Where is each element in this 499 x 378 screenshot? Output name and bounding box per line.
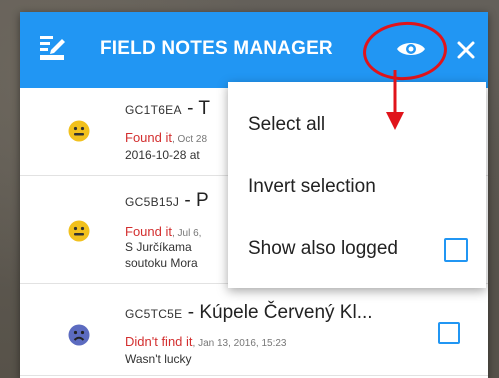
happy-face-icon xyxy=(68,220,90,242)
show-logged-checkbox[interactable] xyxy=(444,238,468,262)
cache-name: P xyxy=(196,190,209,211)
eye-options-menu: Select all Invert selection Show also lo… xyxy=(228,82,486,288)
sad-face-icon xyxy=(68,324,90,346)
menu-item-invert-selection[interactable]: Invert selection xyxy=(228,156,486,218)
annotation-arrow-icon xyxy=(386,70,404,130)
cache-code: GC5TC5E xyxy=(125,307,183,321)
list-item[interactable]: GC5TC5E - Kúpele Červený Kl... Didn't fi… xyxy=(20,284,488,376)
note-checkbox[interactable] xyxy=(438,322,460,344)
log-status: Found it xyxy=(125,130,172,145)
menu-item-label: Invert selection xyxy=(248,176,376,197)
cache-code: GC5B15J xyxy=(125,195,180,209)
note-text: soutoku Mora xyxy=(125,256,198,270)
happy-face-icon xyxy=(68,120,90,142)
note-title: GC5TC5E - Kúpele Červený Kl... xyxy=(125,302,373,324)
cache-name: Kúpele Červený Kl... xyxy=(199,302,373,323)
note-title: GC1T6EA - T xyxy=(125,98,210,120)
dialog-header: FIELD NOTES MANAGER xyxy=(20,12,488,88)
close-icon[interactable] xyxy=(452,36,480,64)
menu-item-label: Select all xyxy=(248,114,326,135)
dialog-title: FIELD NOTES MANAGER xyxy=(100,38,333,59)
title-separator: - xyxy=(181,98,199,119)
log-date: , Jul 6, xyxy=(171,228,202,239)
edit-list-icon[interactable] xyxy=(38,32,66,62)
status-line: Didn't find it, Jan 13, 2016, 15:23 xyxy=(125,334,286,349)
log-date: , Oct 28 xyxy=(171,134,207,145)
status-line: Found it, Jul 6, xyxy=(125,224,201,239)
menu-item-label: Show also logged xyxy=(248,238,398,259)
note-text: Wasn't lucky xyxy=(125,352,192,366)
log-status: Didn't find it xyxy=(125,334,193,349)
cache-code: GC1T6EA xyxy=(125,103,182,117)
title-separator: - xyxy=(179,190,197,211)
eye-icon[interactable] xyxy=(394,36,428,62)
note-text: S Jurčíkama xyxy=(125,240,192,254)
menu-item-show-also-logged[interactable]: Show also logged xyxy=(228,218,486,280)
status-line: Found it, Oct 28 xyxy=(125,130,207,145)
note-text: 2016-10-28 at xyxy=(125,148,200,162)
cache-name: T xyxy=(198,98,210,119)
log-date: , Jan 13, 2016, 15:23 xyxy=(192,338,287,349)
title-separator: - xyxy=(182,302,200,323)
note-title: GC5B15J - P xyxy=(125,190,209,212)
menu-item-select-all[interactable]: Select all xyxy=(228,94,486,156)
field-notes-dialog: FIELD NOTES MANAGER GC1T6EA - T Found it… xyxy=(20,12,488,378)
log-status: Found it xyxy=(125,224,172,239)
